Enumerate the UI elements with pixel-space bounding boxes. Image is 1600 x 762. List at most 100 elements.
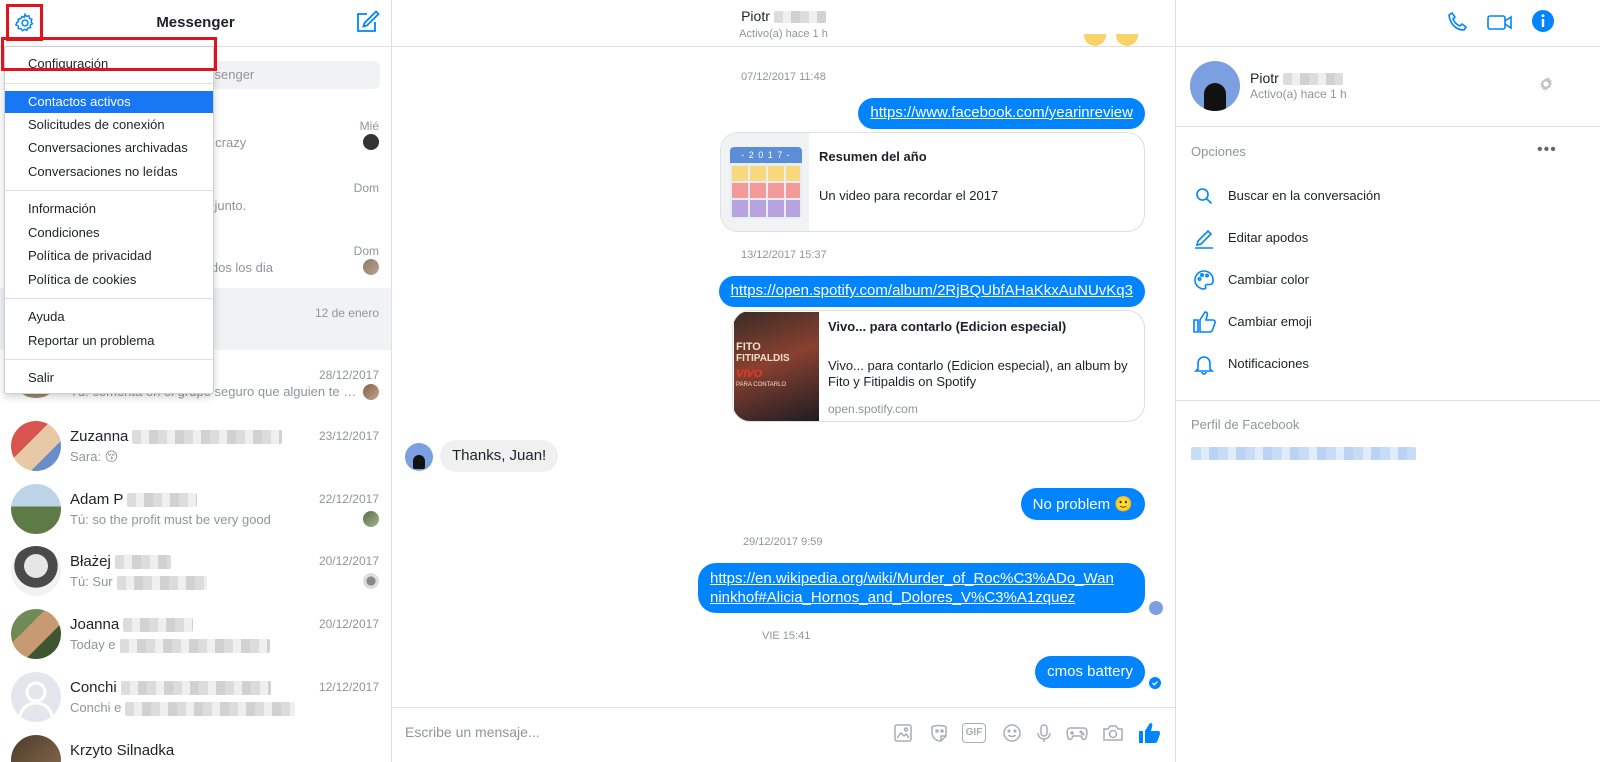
- read-receipt-avatar: [1149, 601, 1163, 615]
- conversation-name: Zuzanna: [70, 428, 283, 445]
- message-timestamp: VIE 15:41: [762, 630, 811, 642]
- options-section-label: Opciones: [1191, 144, 1246, 159]
- option-edit-nicknames[interactable]: Editar apodos: [1191, 225, 1581, 253]
- conversation-date: Mié: [359, 119, 379, 133]
- message-bubble-link[interactable]: https://www.facebook.com/yearinreview: [858, 98, 1145, 129]
- album-cover-text: PARA CONTARLO: [736, 382, 787, 388]
- sticker-button[interactable]: [926, 720, 952, 746]
- contact-avatar[interactable]: [1190, 61, 1240, 111]
- avatar: [11, 546, 61, 596]
- conversation-row[interactable]: Zuzanna Sara: 😚 23/12/2017: [0, 414, 391, 477]
- option-change-emoji[interactable]: Cambiar emoji: [1191, 309, 1581, 337]
- settings-dropdown-menu: Configuración Contactos activos Solicitu…: [4, 46, 214, 394]
- conversation-info-button[interactable]: [1531, 9, 1557, 35]
- menu-item-conversaciones-archivadas[interactable]: Conversaciones archivadas: [5, 137, 213, 159]
- album-cover-text: FITIPALDIS: [736, 353, 790, 364]
- conversation-row[interactable]: Adam P Tú: so the profit must be very go…: [0, 477, 391, 540]
- phone-icon: [1448, 11, 1468, 31]
- ellipsis-icon: •••: [1537, 141, 1557, 158]
- games-button[interactable]: [1064, 720, 1090, 746]
- conversation-date: 23/12/2017: [318, 429, 379, 443]
- conversation-name: Conchi: [70, 679, 271, 696]
- menu-item-informacion[interactable]: Información: [5, 198, 213, 220]
- message-bubble-link[interactable]: https://en.wikipedia.org/wiki/Murder_of_…: [698, 563, 1145, 613]
- option-label: Editar apodos: [1228, 230, 1309, 245]
- option-notifications[interactable]: Notificaciones: [1191, 351, 1581, 379]
- link-preview-card[interactable]: - 2 0 1 7 - Resumen del año Un video par…: [720, 132, 1145, 232]
- message-timestamp: 13/12/2017 15:37: [741, 249, 827, 261]
- conversation-row[interactable]: Błażej Tú: Sur 20/12/2017: [0, 539, 391, 602]
- calendar-year-badge: - 2 0 1 7 -: [730, 147, 802, 163]
- new-message-button[interactable]: [355, 9, 381, 35]
- facebook-profile-link[interactable]: [1191, 447, 1416, 460]
- search-icon: [1191, 183, 1217, 209]
- chat-actions-bar: [1175, 0, 1600, 47]
- menu-divider: [5, 298, 213, 299]
- menu-item-reportar-problema[interactable]: Reportar un problema: [5, 330, 213, 352]
- gear-icon: [1540, 76, 1553, 92]
- menu-divider: [5, 83, 213, 84]
- message-timestamp: 07/12/2017 11:48: [741, 71, 826, 83]
- link-preview-card[interactable]: FITO FITIPALDIS VIVO PARA CONTARLO Vivo.…: [732, 310, 1145, 422]
- gif-button[interactable]: GIF: [961, 720, 987, 746]
- camera-icon: [1103, 725, 1123, 741]
- menu-item-condiciones[interactable]: Condiciones: [5, 222, 213, 244]
- conversation-name: Błażej: [70, 553, 171, 570]
- sticker-image-button[interactable]: [890, 720, 916, 746]
- smiley-icon: [1003, 724, 1021, 742]
- menu-item-salir[interactable]: Salir: [5, 367, 213, 389]
- conversation-date: 20/12/2017: [318, 554, 379, 568]
- conversation-snippet: Tú: Sur: [70, 574, 207, 590]
- conversation-date: Dom: [353, 181, 379, 195]
- option-label: Buscar en la conversación: [1228, 188, 1381, 203]
- conversation-date: Dom: [353, 244, 379, 258]
- video-camera-icon: [1487, 15, 1512, 30]
- emoji-button[interactable]: [999, 720, 1025, 746]
- preview-title: Vivo... para contarlo (Edicion especial): [828, 319, 1067, 334]
- menu-item-solicitudes-conexion[interactable]: Solicitudes de conexión: [5, 114, 213, 136]
- option-change-color[interactable]: Cambiar color: [1191, 267, 1581, 295]
- menu-item-contactos-activos[interactable]: Contactos activos: [5, 91, 213, 113]
- message-bubble-link[interactable]: https://open.spotify.com/album/2RjBQUbfA…: [718, 276, 1145, 307]
- conversation-name: Adam P: [70, 491, 198, 508]
- incoming-message-bubble[interactable]: Thanks, Juan!: [440, 440, 559, 472]
- facebook-profile-label: Perfil de Facebook: [1191, 417, 1300, 432]
- call-button[interactable]: [1446, 10, 1472, 36]
- avatar: [11, 609, 61, 659]
- voice-clip-button[interactable]: [1031, 720, 1057, 746]
- seen-avatar: [363, 134, 379, 150]
- seen-avatar: [363, 259, 379, 275]
- contact-avatar-small: [405, 443, 433, 471]
- conversation-name: Krzyto Silnadka: [70, 742, 175, 759]
- seen-avatar: [363, 384, 379, 400]
- video-call-button[interactable]: [1486, 10, 1514, 36]
- avatar: [11, 484, 61, 534]
- avatar: [11, 735, 61, 762]
- conversation-snippet: Conchi e: [70, 700, 296, 716]
- outgoing-message-bubble[interactable]: No problem 🙂: [1020, 488, 1145, 520]
- contact-settings-button[interactable]: [1537, 75, 1557, 95]
- section-divider: [1176, 400, 1600, 401]
- avatar: [11, 421, 61, 471]
- more-options-button[interactable]: •••: [1537, 141, 1557, 159]
- conversation-snippet: Tú: so the profit must be very good: [70, 512, 271, 527]
- conversation-row[interactable]: Krzyto Silnadka: [0, 728, 391, 762]
- menu-item-politica-privacidad[interactable]: Política de privacidad: [5, 245, 213, 267]
- message-input[interactable]: Escribe un mensaje...: [405, 724, 540, 740]
- preview-description: Un video para recordar el 2017: [819, 188, 999, 203]
- palette-icon: [1191, 267, 1217, 293]
- bell-icon: [1191, 351, 1217, 377]
- send-like-button[interactable]: [1136, 720, 1162, 746]
- microphone-icon: [1037, 724, 1051, 742]
- sticker-icon: [931, 724, 947, 742]
- conversation-row[interactable]: Joanna Today e 20/12/2017: [0, 602, 391, 665]
- option-search-conversation[interactable]: Buscar en la conversación: [1191, 183, 1581, 211]
- menu-item-ayuda[interactable]: Ayuda: [5, 306, 213, 328]
- camera-button[interactable]: [1100, 720, 1126, 746]
- menu-item-politica-cookies[interactable]: Política de cookies: [5, 269, 213, 291]
- outgoing-message-bubble[interactable]: cmos battery: [1035, 656, 1145, 688]
- menu-item-conversaciones-no-leidas[interactable]: Conversaciones no leídas: [5, 161, 213, 183]
- conversation-row[interactable]: Conchi Conchi e 12/12/2017: [0, 665, 391, 728]
- preview-description: Vivo... para contarlo (Edicion especial)…: [828, 358, 1128, 389]
- menu-divider: [5, 190, 213, 191]
